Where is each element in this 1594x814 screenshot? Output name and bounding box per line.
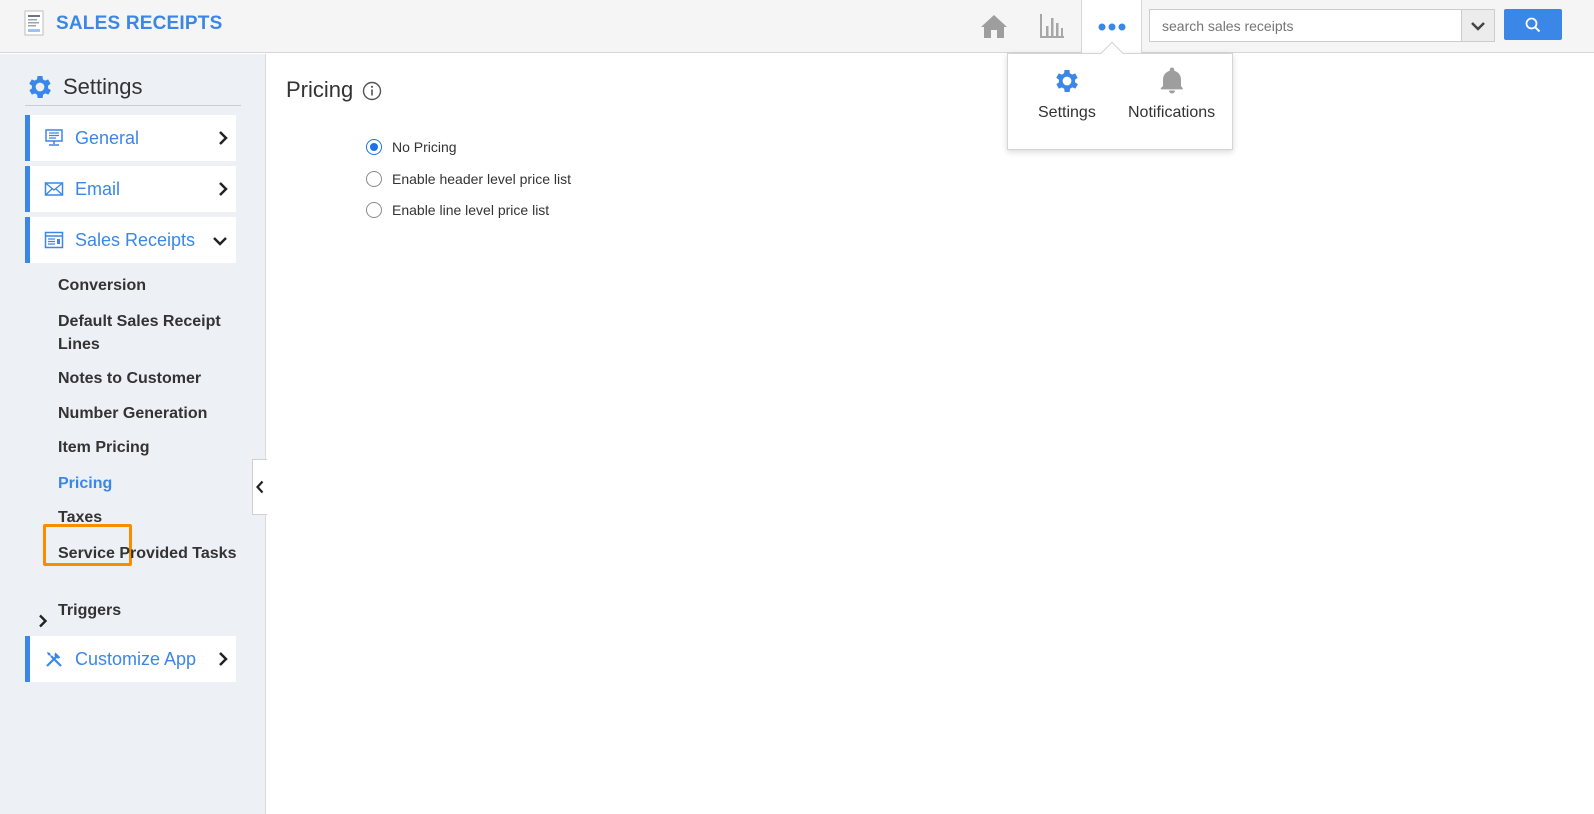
tools-icon xyxy=(43,648,65,670)
chevron-down-icon xyxy=(1471,21,1485,31)
chevron-right-icon xyxy=(219,652,228,666)
search-button[interactable] xyxy=(1504,9,1562,40)
sidebar-item-email[interactable]: Email xyxy=(25,166,236,212)
sidebar-item-label: Email xyxy=(75,178,121,199)
radio-label: No Pricing xyxy=(392,139,457,155)
sidebar-item-customize-app[interactable]: Customize App xyxy=(25,636,236,682)
radio-button[interactable] xyxy=(366,171,382,187)
chevron-right-icon xyxy=(219,131,228,145)
more-menu-popover: Settings Notifications xyxy=(1007,53,1233,150)
radio-button[interactable] xyxy=(366,139,382,155)
sidebar-collapse-button[interactable] xyxy=(252,459,267,515)
chevron-down-icon xyxy=(213,237,227,246)
sidebar-item-label: General xyxy=(75,127,140,148)
more-dots-icon xyxy=(1098,23,1125,31)
submenu-item-number-generation[interactable]: Number Generation xyxy=(58,402,238,425)
popover-notifications-item[interactable]: Notifications xyxy=(1128,66,1215,122)
search-input[interactable] xyxy=(1149,9,1462,42)
sidebar-title: Settings xyxy=(63,73,143,99)
submenu-item-notes-to-customer[interactable]: Notes to Customer xyxy=(58,367,238,390)
submenu-item-taxes[interactable]: Taxes xyxy=(58,506,238,529)
sidebar-item-sales-receipts[interactable]: Sales Receipts xyxy=(25,217,236,263)
receipt-icon xyxy=(43,229,65,251)
search-icon xyxy=(1525,17,1541,32)
submenu-item-service-provided-tasks[interactable]: Service Provided Tasks xyxy=(58,542,238,565)
app-title[interactable]: SALES RECEIPTS xyxy=(56,13,222,35)
chevron-right-icon xyxy=(219,182,228,196)
sidebar-header: Settings xyxy=(25,68,241,106)
sidebar-item-label: Customize App xyxy=(75,648,197,669)
app-logo-icon xyxy=(24,10,44,36)
monitor-icon xyxy=(43,127,65,149)
bell-icon xyxy=(1160,67,1183,94)
sidebar-item-general[interactable]: General xyxy=(25,115,236,161)
gear-icon xyxy=(29,75,51,98)
popover-notifications-label: Notifications xyxy=(1128,104,1216,121)
top-bar: SALES RECEIPTS xyxy=(0,0,1594,54)
pricing-option-header-level[interactable]: Enable header level price list xyxy=(366,171,571,187)
info-icon[interactable] xyxy=(362,81,382,106)
chevron-left-icon xyxy=(256,480,264,494)
submenu-item-triggers[interactable]: Triggers xyxy=(58,599,238,622)
pricing-option-line-level[interactable]: Enable line level price list xyxy=(366,202,549,218)
home-icon[interactable] xyxy=(976,8,1012,44)
radio-label: Enable line level price list xyxy=(392,202,550,218)
bar-chart-icon[interactable] xyxy=(1034,8,1070,44)
chevron-right-icon[interactable] xyxy=(38,614,48,628)
page-title: Pricing xyxy=(286,77,354,102)
gear-icon xyxy=(1056,70,1078,92)
submenu-item-default-sales-receipt-lines[interactable]: Default Sales Receipt Lines xyxy=(58,310,238,356)
popover-settings-label: Settings xyxy=(1038,104,1096,121)
pricing-option-no-pricing[interactable]: No Pricing xyxy=(366,139,457,155)
envelope-icon xyxy=(43,178,65,200)
submenu-item-conversion[interactable]: Conversion xyxy=(58,274,238,297)
radio-button[interactable] xyxy=(366,202,382,218)
submenu-item-item-pricing[interactable]: Item Pricing xyxy=(58,436,238,459)
radio-label: Enable header level price list xyxy=(392,171,571,187)
sidebar-item-label: Sales Receipts xyxy=(75,229,196,250)
settings-sidebar: Settings General Email Sales Receipts Co… xyxy=(0,54,266,814)
popover-settings-item[interactable]: Settings xyxy=(1038,66,1096,122)
search-dropdown-button[interactable] xyxy=(1461,9,1495,42)
submenu-item-pricing[interactable]: Pricing xyxy=(58,472,238,495)
